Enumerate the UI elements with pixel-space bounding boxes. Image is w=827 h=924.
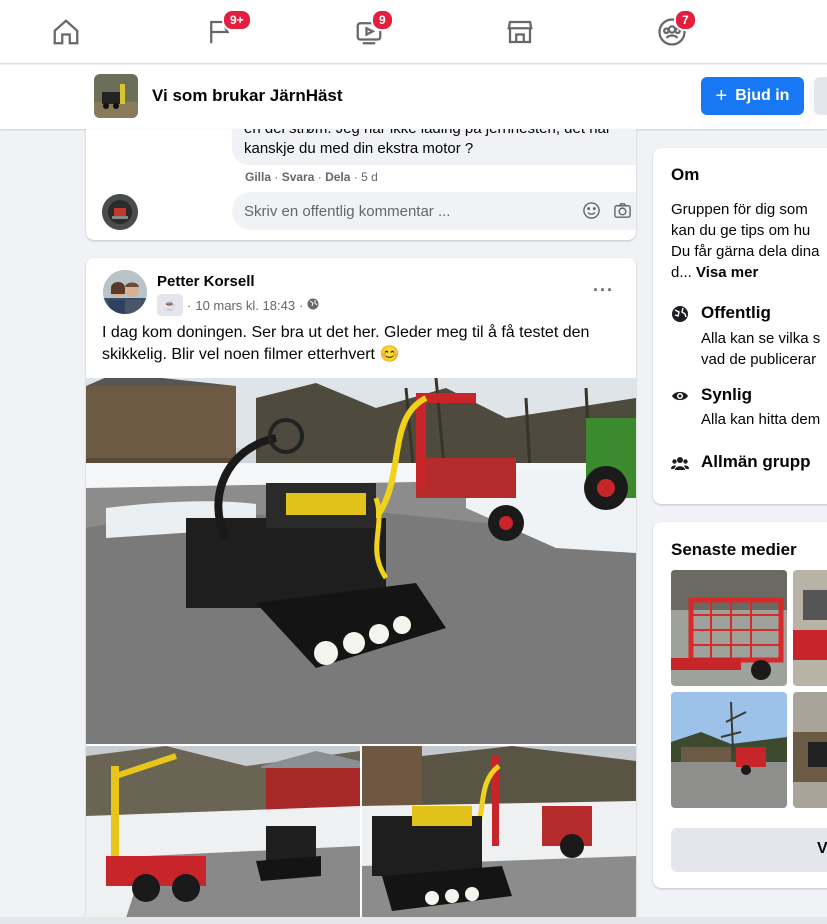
media-thumbnail[interactable] (793, 570, 827, 686)
people-icon (671, 454, 689, 472)
post-date[interactable]: 10 mars kl. 18:43 (195, 298, 295, 313)
group-name[interactable]: Vi som brukar JärnHäst (152, 86, 343, 106)
post-meta: ☕ · 10 mars kl. 18:43 · (157, 294, 319, 316)
media-thumbnail[interactable] (793, 692, 827, 808)
meta-separator: · (299, 297, 304, 313)
plus-icon: + (715, 85, 728, 107)
nav-marketplace[interactable] (492, 8, 548, 56)
about-title: Om (671, 165, 700, 184)
comment-input[interactable] (244, 192, 574, 230)
comment-text-line1: en del strøm. Jeg har ikke lading på jer… (244, 129, 636, 139)
comment-text-line2: kanskje du med din ekstra motor ? (244, 140, 474, 157)
nav-home[interactable] (38, 8, 94, 56)
about-desc-line: Du får gärna dela dina (671, 243, 820, 260)
avatar[interactable] (103, 270, 147, 314)
top-navigation: 9+ 9 7 (0, 0, 827, 64)
like-link[interactable]: Gilla (245, 170, 271, 184)
smile-emoji: 😊 (379, 346, 400, 363)
post-author[interactable]: Petter Korsell (157, 273, 255, 290)
about-desc-line: d... Visa mer (671, 264, 759, 281)
post-body: I dag kom doningen. Ser bra ut det her. … (102, 324, 590, 363)
avatar[interactable] (102, 194, 138, 230)
about-description: Gruppen för dig som kan du ge tips om hu… (671, 199, 827, 283)
group-header: Vi som brukar JärnHäst + Bjud in (0, 65, 827, 129)
nav-groups[interactable]: 7 (644, 8, 700, 56)
nav-watch[interactable]: 9 (341, 8, 397, 56)
group-type-title: Allmän grupp (701, 452, 811, 471)
post-card: Petter Korsell ☕ · 10 mars kl. 18:43 · ·… (86, 258, 636, 924)
comment-time[interactable]: 5 d (361, 170, 378, 184)
reply-link[interactable]: Svara (282, 170, 315, 184)
comment-actions: Gilla · Svara · Dela · 5 d (245, 170, 378, 184)
bottom-scroll-edge (0, 917, 827, 924)
post-photo-2[interactable] (86, 746, 360, 918)
comment-field: GIF (232, 192, 636, 230)
about-desc-line: kan du ge tips om hu (671, 222, 811, 239)
media-thumbnail[interactable] (671, 570, 787, 686)
invite-label: Bjud in (735, 87, 790, 104)
home-icon (53, 19, 79, 45)
about-desc-line: Gruppen för dig som (671, 201, 808, 218)
eye-icon (671, 387, 689, 405)
globe-icon (671, 305, 689, 323)
pages-badge: 9+ (222, 9, 252, 31)
meta-separator: · (187, 297, 192, 313)
share-link[interactable]: Dela (325, 170, 350, 184)
media-thumbnail[interactable] (671, 692, 787, 808)
about-card: Om Gruppen för dig som kan du ge tips om… (653, 148, 827, 504)
groups-badge: 7 (674, 9, 697, 31)
post-photo-main[interactable] (86, 378, 636, 744)
visibility-desc: Alla kan hitta dem (701, 411, 821, 428)
post-text: I dag kom doningen. Ser bra ut det her. … (102, 322, 622, 366)
previous-post-comments: en del strøm. Jeg har ikke lading på jer… (86, 129, 636, 240)
see-more-link[interactable]: Visa mer (696, 264, 758, 281)
invite-button[interactable]: + Bjud in (701, 77, 804, 115)
emoji-icon[interactable] (582, 201, 601, 220)
recent-media-card: Senaste medier V (653, 522, 827, 888)
privacy-title: Offentlig (701, 303, 771, 322)
nav-pages[interactable]: 9+ (192, 8, 252, 56)
visibility-title: Synlig (701, 385, 753, 404)
group-thumbnail[interactable] (94, 74, 138, 118)
globe-icon (307, 298, 319, 313)
privacy-desc: Alla kan se vilka s vad de publicerar (701, 330, 821, 368)
shop-icon (507, 20, 533, 44)
post-photo-3[interactable] (362, 746, 636, 918)
view-all-media-button[interactable]: V (671, 828, 827, 872)
group-more-button[interactable] (814, 77, 827, 115)
coffee-icon: ☕ (157, 294, 183, 316)
camera-icon[interactable] (613, 201, 632, 220)
watch-badge: 9 (371, 9, 394, 31)
comment-bubble: en del strøm. Jeg har ikke lading på jer… (232, 129, 636, 165)
post-options-button[interactable]: ··· (593, 280, 614, 301)
media-title: Senaste medier (671, 540, 797, 559)
